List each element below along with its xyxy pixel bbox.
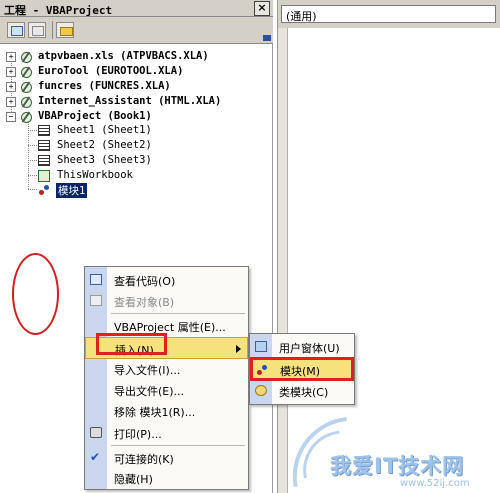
collapse-icon[interactable]: − xyxy=(6,112,16,122)
watermark: 我爱IT技术网 www.52ij.com xyxy=(282,416,500,493)
object-combo-value: (通用) xyxy=(286,10,317,23)
watermark-text: 我爱IT技术网 xyxy=(330,454,465,478)
vba-project-icon xyxy=(20,111,33,123)
pane-resize-icon xyxy=(263,35,271,41)
annotation-box-module xyxy=(250,357,354,381)
checkmark-icon: ✔ xyxy=(90,450,101,464)
vba-project-icon xyxy=(20,81,33,93)
menu-item-remove-module[interactable]: 移除 模块1(R)... xyxy=(85,400,248,422)
vba-project-icon xyxy=(20,96,33,108)
tree-item-label: funcres (FUNCRES.XLA) xyxy=(38,80,171,92)
tree-line xyxy=(28,160,37,161)
project-explorer-toolbar xyxy=(0,17,273,44)
vba-project-icon xyxy=(20,51,33,63)
submenu-arrow-icon xyxy=(236,345,241,353)
view-code-icon xyxy=(90,274,102,285)
menu-item-view-object: 查看对象(B) xyxy=(85,290,248,312)
annotation-ellipse xyxy=(12,253,59,335)
tree-item-label: Sheet3 (Sheet3) xyxy=(57,154,152,166)
menu-item-import-file[interactable]: 导入文件(I)... xyxy=(85,358,248,380)
menu-item-print[interactable]: 打印(P)... xyxy=(85,422,248,444)
toolbar-separator xyxy=(52,21,53,39)
menu-item-view-code[interactable]: 查看代码(O) xyxy=(85,269,248,291)
submenu-item-userform[interactable]: 用户窗体(U) xyxy=(250,336,354,358)
menu-item-dockable[interactable]: ✔ 可连接的(K) xyxy=(85,447,248,469)
menu-separator xyxy=(111,313,245,314)
menu-separator xyxy=(111,445,245,446)
watermark-subtext: www.52ij.com xyxy=(400,478,470,489)
view-object-icon xyxy=(32,26,44,36)
project-explorer-title: 工程 - VBAProject xyxy=(4,4,113,17)
view-code-icon xyxy=(11,26,23,36)
submenu-item-class-module[interactable]: 类模块(C) xyxy=(250,380,354,402)
expand-icon[interactable]: + xyxy=(6,67,16,77)
tree-line xyxy=(28,130,37,131)
userform-icon xyxy=(255,341,267,352)
menu-item-export-file[interactable]: 导出文件(E)... xyxy=(85,379,248,401)
tree-item-label: Sheet1 (Sheet1) xyxy=(57,124,152,136)
tree-line xyxy=(28,175,37,176)
tree-line xyxy=(28,189,37,190)
tree-item-label: ThisWorkbook xyxy=(57,169,133,181)
expand-icon[interactable]: + xyxy=(6,82,16,92)
worksheet-icon xyxy=(38,125,50,136)
workbook-icon xyxy=(38,170,50,182)
tree-item-label: Internet_Assistant (HTML.XLA) xyxy=(38,95,222,107)
annotation-box-insert xyxy=(96,333,167,355)
module-icon xyxy=(38,184,51,196)
tree-line xyxy=(28,145,37,146)
tree-item-label: EuroTool (EUROTOOL.XLA) xyxy=(38,65,184,77)
worksheet-icon xyxy=(38,140,50,151)
close-button[interactable]: × xyxy=(254,1,270,16)
print-icon xyxy=(90,427,102,438)
project-explorer-titlebar: 工程 - VBAProject × xyxy=(0,0,273,17)
menu-item-hide[interactable]: 隐藏(H) xyxy=(85,467,248,489)
vba-project-icon xyxy=(20,66,33,78)
tree-item-label: Sheet2 (Sheet2) xyxy=(57,139,152,151)
view-object-button[interactable] xyxy=(28,22,46,38)
tree-item-label: VBAProject (Book1) xyxy=(38,110,152,122)
tree-item-label: 模块1 xyxy=(56,183,88,198)
object-combo[interactable]: (通用) xyxy=(281,5,496,23)
context-menu: 查看代码(O) 查看对象(B) VBAProject 属性(E)... 插入(N… xyxy=(84,266,249,490)
tree-item-label: atpvbaen.xls (ATPVBACS.XLA) xyxy=(38,50,209,62)
close-icon: × xyxy=(257,1,267,14)
class-module-icon xyxy=(255,385,267,396)
toggle-folders-button[interactable] xyxy=(56,22,74,38)
worksheet-icon xyxy=(38,155,50,166)
expand-icon[interactable]: + xyxy=(6,52,16,62)
view-object-icon xyxy=(90,295,102,306)
folder-icon xyxy=(60,27,73,36)
tree-line xyxy=(28,121,29,189)
view-code-button[interactable] xyxy=(7,22,25,38)
expand-icon[interactable]: + xyxy=(6,97,16,107)
